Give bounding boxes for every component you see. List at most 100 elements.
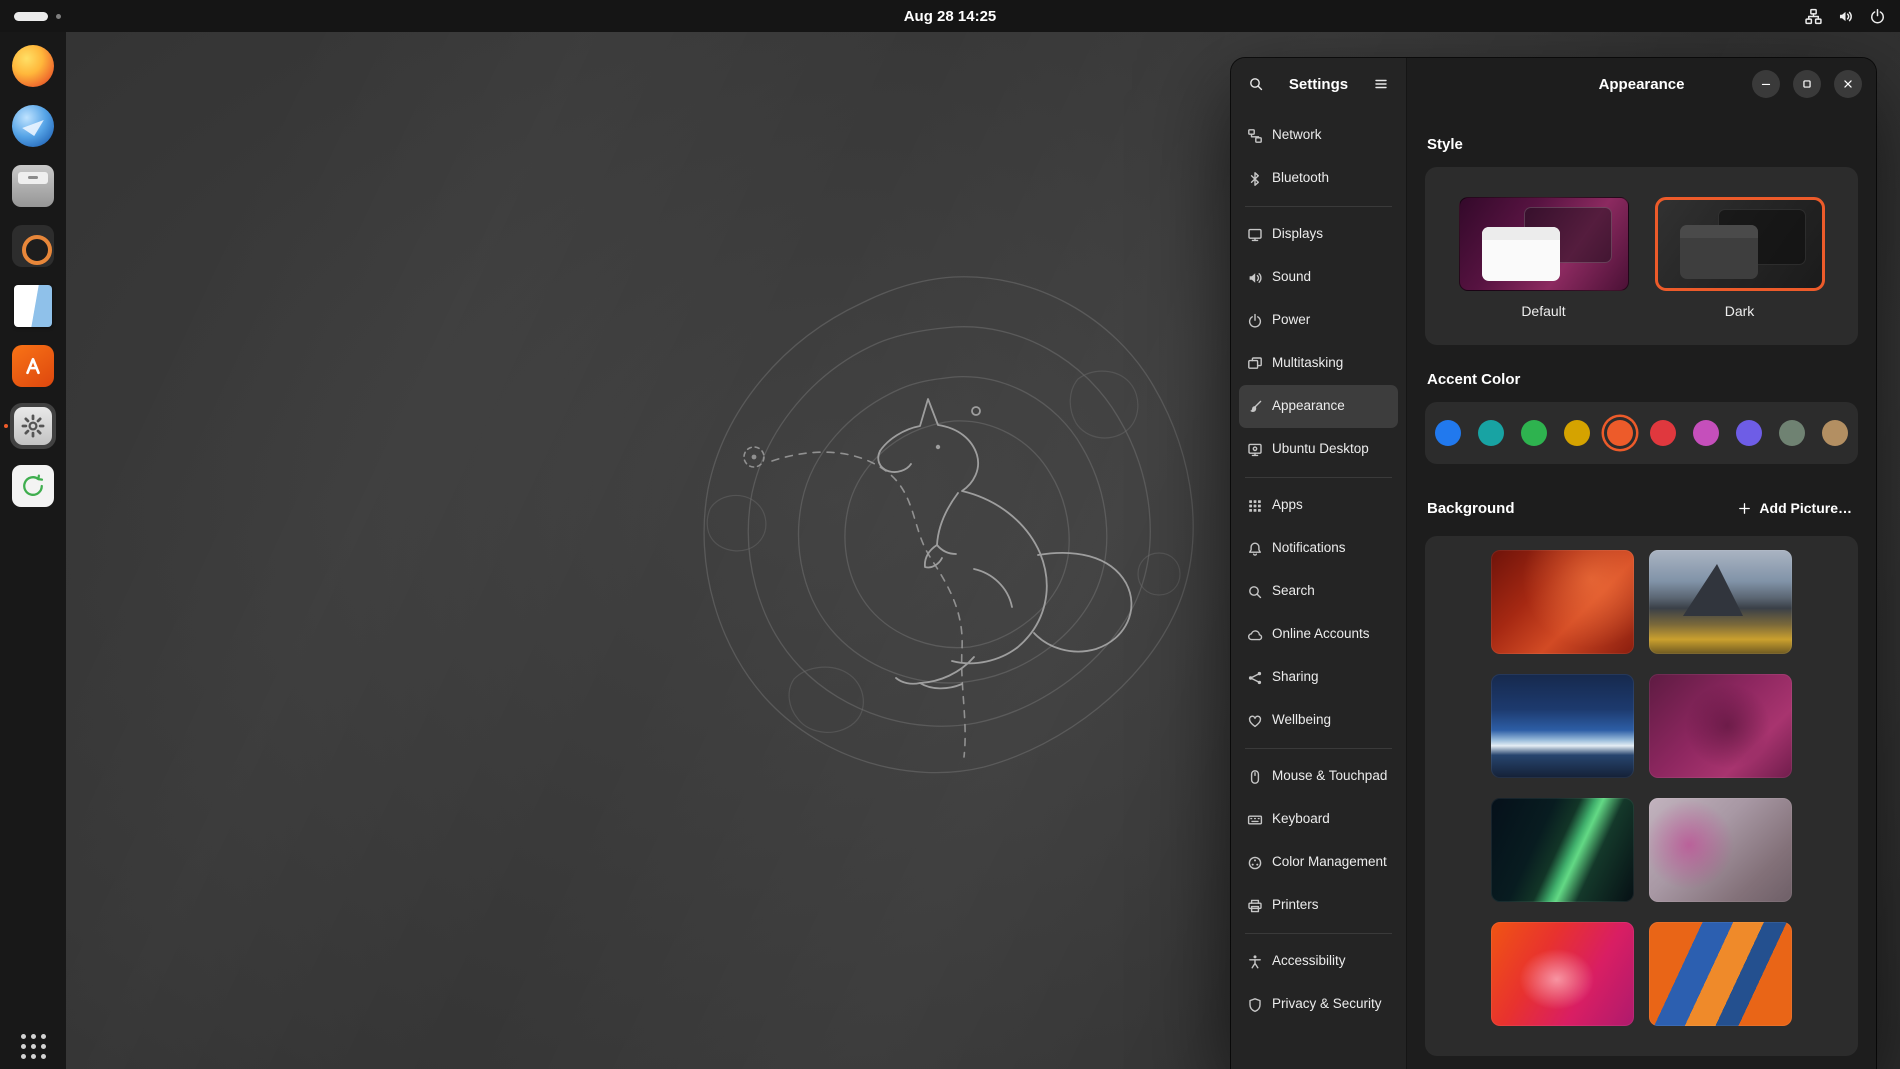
sidebar-item-accessibility[interactable]: Accessibility bbox=[1239, 940, 1398, 983]
sidebar-item-label: Mouse & Touchpad bbox=[1272, 768, 1387, 785]
workspace-indicator[interactable] bbox=[14, 12, 61, 21]
add-picture-button[interactable]: Add Picture… bbox=[1733, 494, 1856, 522]
wallpaper-pale-mascot[interactable] bbox=[1649, 798, 1792, 902]
close-icon bbox=[1841, 77, 1855, 91]
sidebar-item-label: Appearance bbox=[1272, 398, 1345, 415]
accent-color-orange[interactable] bbox=[1607, 420, 1633, 446]
background-section-header: Background Add Picture… bbox=[1427, 494, 1856, 522]
sidebar-separator bbox=[1245, 206, 1392, 207]
wallpaper-card bbox=[1425, 536, 1858, 1056]
dock-camera[interactable] bbox=[10, 223, 56, 269]
sidebar-item-multitasking[interactable]: Multitasking bbox=[1239, 342, 1398, 385]
sidebar-item-label: Keyboard bbox=[1272, 811, 1330, 828]
wallpaper-red-abstract[interactable] bbox=[1491, 550, 1634, 654]
accent-color-sage[interactable] bbox=[1779, 420, 1805, 446]
sidebar-item-keyboard[interactable]: Keyboard bbox=[1239, 798, 1398, 841]
accent-color-teal[interactable] bbox=[1478, 420, 1504, 446]
sidebar-item-label: Notifications bbox=[1272, 540, 1346, 557]
sidebar-item-power[interactable]: Power bbox=[1239, 299, 1398, 342]
wallpaper-mountain-autumn[interactable] bbox=[1649, 550, 1792, 654]
wallpaper-grid bbox=[1491, 550, 1792, 1026]
sidebar-item-online-accounts[interactable]: Online Accounts bbox=[1239, 613, 1398, 656]
shield-icon bbox=[1247, 997, 1263, 1013]
sidebar-item-notifications[interactable]: Notifications bbox=[1239, 527, 1398, 570]
sidebar-item-mouse-touchpad[interactable]: Mouse & Touchpad bbox=[1239, 755, 1398, 798]
accent-color-red[interactable] bbox=[1650, 420, 1676, 446]
sidebar-item-search[interactable]: Search bbox=[1239, 570, 1398, 613]
system-status-area[interactable] bbox=[1805, 8, 1886, 25]
search-icon bbox=[1247, 584, 1263, 600]
wallpaper-ocean-storm[interactable] bbox=[1491, 674, 1634, 778]
dock-software-updater[interactable] bbox=[10, 463, 56, 509]
style-option-label: Dark bbox=[1725, 303, 1755, 319]
background-section-label: Background bbox=[1427, 500, 1515, 517]
dock-libreoffice-writer[interactable] bbox=[10, 283, 56, 329]
settings-highlight bbox=[10, 403, 56, 449]
sidebar-item-sound[interactable]: Sound bbox=[1239, 256, 1398, 299]
accent-color-card bbox=[1425, 402, 1858, 464]
sidebar-item-label: Apps bbox=[1272, 497, 1303, 514]
sidebar-item-network[interactable]: Network bbox=[1239, 114, 1398, 157]
gear-icon bbox=[20, 413, 46, 439]
sidebar-list: Network Bluetooth Displays Sound Power M… bbox=[1231, 110, 1406, 1069]
accent-color-bark[interactable] bbox=[1822, 420, 1848, 446]
main-headerbar: Appearance bbox=[1407, 58, 1876, 110]
wallpaper-aurora[interactable] bbox=[1491, 798, 1634, 902]
search-icon bbox=[1248, 76, 1264, 92]
close-button[interactable] bbox=[1834, 70, 1862, 98]
accent-color-pink[interactable] bbox=[1693, 420, 1719, 446]
sidebar-item-label: Displays bbox=[1272, 226, 1323, 243]
sidebar-item-displays[interactable]: Displays bbox=[1239, 213, 1398, 256]
dock-app-center[interactable] bbox=[10, 343, 56, 389]
style-option-dark[interactable]: Dark bbox=[1655, 197, 1825, 319]
multitasking-icon bbox=[1247, 356, 1263, 372]
sidebar-item-sharing[interactable]: Sharing bbox=[1239, 656, 1398, 699]
wallpaper-desert-illustration[interactable] bbox=[1649, 922, 1792, 1026]
accent-color-yellow[interactable] bbox=[1564, 420, 1590, 446]
volume-status-icon bbox=[1837, 8, 1854, 25]
sidebar-item-label: Color Management bbox=[1272, 854, 1387, 871]
accent-color-purple[interactable] bbox=[1736, 420, 1762, 446]
maximize-icon bbox=[1800, 77, 1814, 91]
sidebar-item-wellbeing[interactable]: Wellbeing bbox=[1239, 699, 1398, 742]
sidebar-item-label: Accessibility bbox=[1272, 953, 1346, 970]
apps-grid-icon bbox=[1247, 498, 1263, 514]
sidebar-item-appearance[interactable]: Appearance bbox=[1239, 385, 1398, 428]
dock-firefox[interactable] bbox=[10, 43, 56, 89]
dock-settings[interactable] bbox=[10, 403, 56, 449]
letter-a-icon bbox=[20, 353, 46, 379]
ubuntu-desktop-icon bbox=[1247, 442, 1263, 458]
preview-front-window bbox=[1482, 227, 1560, 281]
color-wheel-icon bbox=[1247, 855, 1263, 871]
sidebar-item-privacy-security[interactable]: Privacy & Security bbox=[1239, 983, 1398, 1026]
sidebar-item-bluetooth[interactable]: Bluetooth bbox=[1239, 157, 1398, 200]
sidebar-item-ubuntu-desktop[interactable]: Ubuntu Desktop bbox=[1239, 428, 1398, 471]
wallpaper-magenta-mascot[interactable] bbox=[1649, 674, 1792, 778]
accent-section-label: Accent Color bbox=[1427, 371, 1856, 388]
sidebar-item-color-management[interactable]: Color Management bbox=[1239, 841, 1398, 884]
sidebar-separator bbox=[1245, 748, 1392, 749]
accent-color-green[interactable] bbox=[1521, 420, 1547, 446]
style-option-label: Default bbox=[1521, 303, 1565, 319]
wallpaper-pink-orange-mascot[interactable] bbox=[1491, 922, 1634, 1026]
accent-color-blue[interactable] bbox=[1435, 420, 1461, 446]
active-workspace-pill bbox=[14, 12, 48, 21]
files-icon bbox=[12, 165, 54, 207]
dock-files[interactable] bbox=[10, 163, 56, 209]
menu-button[interactable] bbox=[1364, 67, 1398, 101]
minimize-button[interactable] bbox=[1752, 70, 1780, 98]
sidebar-item-label: Multitasking bbox=[1272, 355, 1343, 372]
search-button[interactable] bbox=[1239, 67, 1273, 101]
style-option-default[interactable]: Default bbox=[1459, 197, 1629, 319]
sidebar-item-printers[interactable]: Printers bbox=[1239, 884, 1398, 927]
settings-sidebar: Settings Network Bluetooth Displays Soun… bbox=[1231, 58, 1407, 1069]
printer-icon bbox=[1247, 898, 1263, 914]
workspace-dot bbox=[56, 14, 61, 19]
update-arrows-icon bbox=[20, 473, 46, 499]
show-apps-button[interactable] bbox=[21, 1034, 46, 1059]
dock-thunderbird[interactable] bbox=[10, 103, 56, 149]
clock[interactable]: Aug 28 14:25 bbox=[904, 8, 997, 25]
sidebar-item-apps[interactable]: Apps bbox=[1239, 484, 1398, 527]
maximize-button[interactable] bbox=[1793, 70, 1821, 98]
minimize-icon bbox=[1759, 77, 1773, 91]
